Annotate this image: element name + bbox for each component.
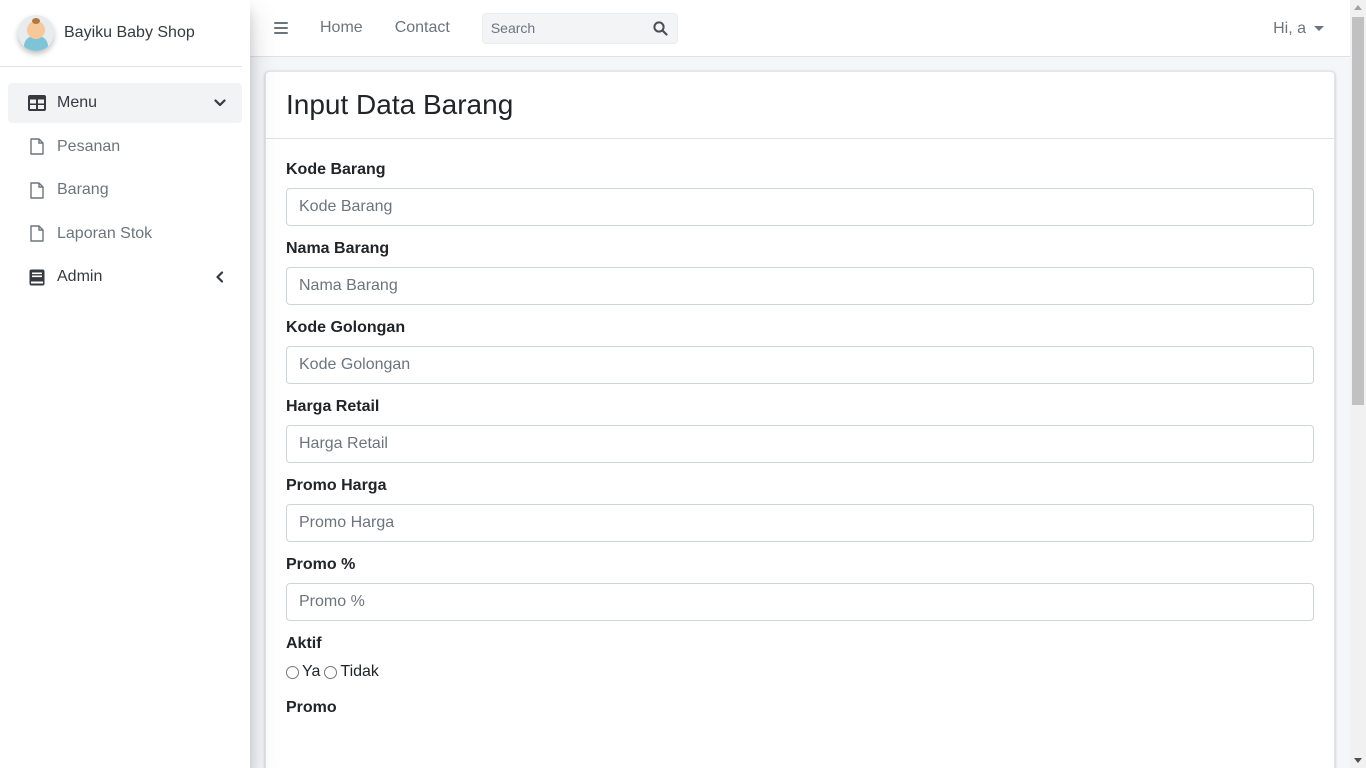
nav-link-contact[interactable]: Contact <box>395 19 450 37</box>
sidebar-item-label: Admin <box>57 268 103 285</box>
radio-label-tidak: Tidak <box>340 663 379 680</box>
brand-logo-image <box>18 15 54 51</box>
sidebar-item-label: Menu <box>57 94 98 111</box>
table-icon <box>28 94 46 112</box>
field-label: Kode Golongan <box>286 319 406 336</box>
field-label: Aktif <box>286 635 322 652</box>
form-group-promo-harga: Promo Harga <box>286 477 1314 542</box>
card-body: Kode Barang Nama Barang Kode Golongan Ha… <box>266 139 1334 717</box>
file-icon <box>28 181 46 199</box>
field-label: Harga Retail <box>286 398 380 415</box>
form-group-promo-persen: Promo % <box>286 556 1314 621</box>
page-title: Input Data Barang <box>286 89 514 120</box>
promo-harga-input[interactable] <box>286 504 1314 542</box>
caret-down-icon <box>1314 26 1324 31</box>
search-form <box>481 12 678 44</box>
scroll-thumb[interactable] <box>1352 17 1364 405</box>
aktif-radio-group: Ya Tidak <box>286 663 1314 681</box>
sidebar: Bayiku Baby Shop Menu Pesanan Barang Lap… <box>0 0 250 768</box>
card-header: Input Data Barang <box>266 72 1334 139</box>
aktif-ya-radio[interactable] <box>286 665 299 679</box>
promo-persen-input[interactable] <box>286 583 1314 621</box>
field-label: Kode Barang <box>286 161 386 178</box>
nama-barang-input[interactable] <box>286 267 1314 305</box>
sidebar-item-menu[interactable]: Menu <box>8 83 242 123</box>
sidebar-item-pesanan[interactable]: Pesanan <box>8 127 242 167</box>
file-icon <box>28 138 46 156</box>
field-label: Promo <box>286 699 337 716</box>
sidebar-item-laporan-stok[interactable]: Laporan Stok <box>8 214 242 254</box>
field-label: Promo Harga <box>286 477 387 494</box>
form-group-nama-barang: Nama Barang <box>286 240 1314 305</box>
input-card: Input Data Barang Kode Barang Nama Baran… <box>265 71 1335 768</box>
kode-golongan-input[interactable] <box>286 346 1314 384</box>
field-label: Nama Barang <box>286 240 390 257</box>
search-button[interactable] <box>645 14 677 43</box>
search-input[interactable] <box>482 13 645 43</box>
brand-name: Bayiku Baby Shop <box>64 24 195 41</box>
harga-retail-input[interactable] <box>286 425 1314 463</box>
form-group-harga-retail: Harga Retail <box>286 398 1314 463</box>
chevron-left-icon <box>214 271 226 283</box>
sidebar-item-barang[interactable]: Barang <box>8 170 242 210</box>
top-navbar: Home Contact Hi, a <box>250 0 1350 57</box>
sidebar-item-label: Pesanan <box>57 137 121 155</box>
user-dropdown[interactable]: Hi, a <box>1273 0 1324 57</box>
field-label: Promo % <box>286 556 356 573</box>
form-group-promo: Promo <box>286 699 1314 717</box>
sidebar-nav: Menu Pesanan Barang Laporan Stok Admin <box>0 67 250 297</box>
form-group-kode-barang: Kode Barang <box>286 161 1314 226</box>
search-icon <box>653 20 668 36</box>
sidebar-item-admin[interactable]: Admin <box>8 257 242 297</box>
user-greeting: Hi, a <box>1273 19 1306 37</box>
form-group-kode-golongan: Kode Golongan <box>286 319 1314 384</box>
hamburger-menu-icon[interactable] <box>274 21 288 35</box>
aktif-tidak-radio[interactable] <box>324 665 338 679</box>
brand-link[interactable]: Bayiku Baby Shop <box>0 0 242 67</box>
page-scrollbar[interactable] <box>1350 0 1366 768</box>
file-icon <box>28 225 46 243</box>
sidebar-item-label: Barang <box>57 181 109 198</box>
sidebar-item-label: Laporan Stok <box>57 224 153 242</box>
kode-barang-input[interactable] <box>286 188 1314 226</box>
radio-label-ya: Ya <box>302 663 321 680</box>
scroll-up-arrow-icon[interactable] <box>1354 5 1362 10</box>
chevron-down-icon <box>214 97 226 109</box>
form-group-aktif: Aktif Ya Tidak <box>286 635 1314 681</box>
nav-link-home[interactable]: Home <box>320 19 363 37</box>
book-icon <box>28 268 46 286</box>
scroll-down-arrow-icon[interactable] <box>1354 758 1362 763</box>
